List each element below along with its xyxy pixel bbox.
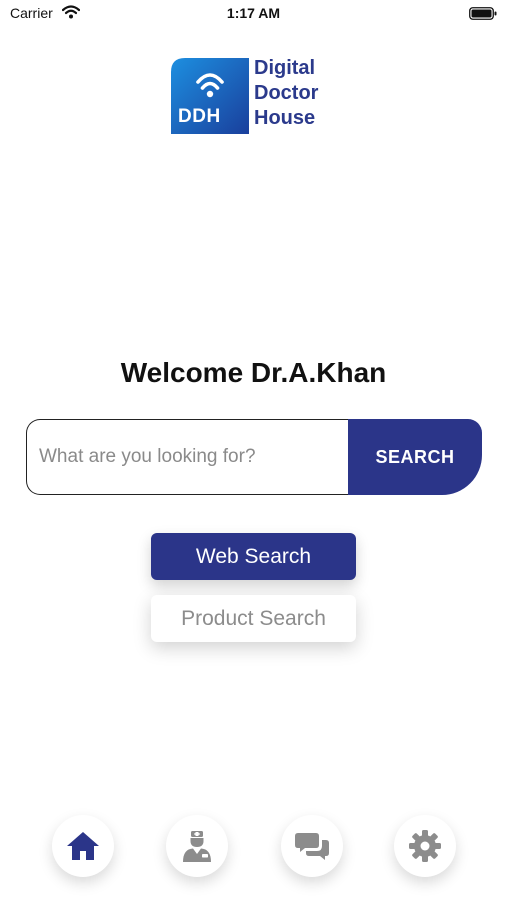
chat-icon xyxy=(295,833,329,860)
search-button[interactable]: SEARCH xyxy=(348,419,482,495)
search-input[interactable] xyxy=(26,419,365,495)
gear-icon xyxy=(409,830,441,862)
logo-line-doctor: Doctor xyxy=(254,82,319,104)
logo-abbreviation: DDH xyxy=(178,106,221,127)
status-bar: Carrier 1:17 AM xyxy=(0,0,507,28)
search-bar: SEARCH xyxy=(26,419,482,495)
nav-doctor-button[interactable] xyxy=(166,815,228,877)
web-search-button[interactable]: Web Search xyxy=(151,533,356,580)
doctor-icon xyxy=(183,831,211,862)
nav-chat-button[interactable] xyxy=(281,815,343,877)
product-search-button[interactable]: Product Search xyxy=(151,595,356,642)
app-logo: DDH Digital Doctor House xyxy=(171,56,331,136)
battery-icon xyxy=(469,7,497,20)
nav-home-button[interactable] xyxy=(52,815,114,877)
status-time: 1:17 AM xyxy=(226,5,281,21)
welcome-heading: Welcome Dr.A.Khan xyxy=(120,357,387,388)
logo-line-house: House xyxy=(254,107,316,129)
logo-line-digital: Digital xyxy=(254,57,316,79)
logo-wordmark: Digital Doctor House xyxy=(254,56,318,131)
home-icon xyxy=(67,832,99,860)
nav-settings-button[interactable] xyxy=(394,815,456,877)
